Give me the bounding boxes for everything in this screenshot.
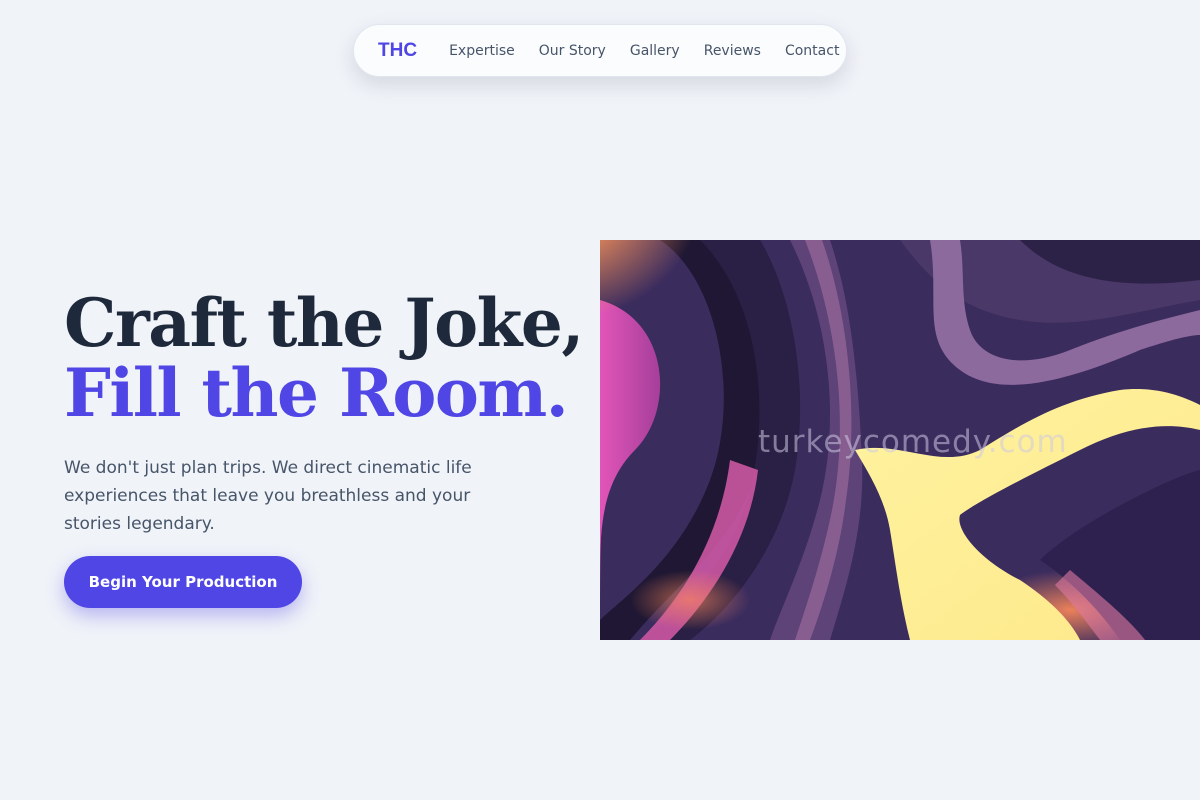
hero-image: turkeycomedy.com <box>600 240 1200 640</box>
hero-title-line-1: Craft the Joke, <box>64 284 584 362</box>
top-nav: THC Expertise Our Story Gallery Reviews … <box>353 24 847 77</box>
page: THC Expertise Our Story Gallery Reviews … <box>0 0 1200 800</box>
nav-link-expertise[interactable]: Expertise <box>449 43 515 59</box>
nav-link-gallery[interactable]: Gallery <box>630 43 680 59</box>
hero-description: We don't just plan trips. We direct cine… <box>64 458 472 534</box>
begin-production-button[interactable]: Begin Your Production <box>64 556 302 608</box>
nav-link-contact[interactable]: Contact <box>785 43 839 59</box>
nav-logo[interactable]: THC <box>378 40 417 62</box>
nav-link-our-story[interactable]: Our Story <box>539 43 606 59</box>
nav-link-reviews[interactable]: Reviews <box>704 43 761 59</box>
hero-title-line-2: Fill the Room. <box>64 354 569 432</box>
abstract-art-image <box>600 240 1200 640</box>
hero-title: Craft the Joke, Fill the Room. <box>64 284 584 432</box>
